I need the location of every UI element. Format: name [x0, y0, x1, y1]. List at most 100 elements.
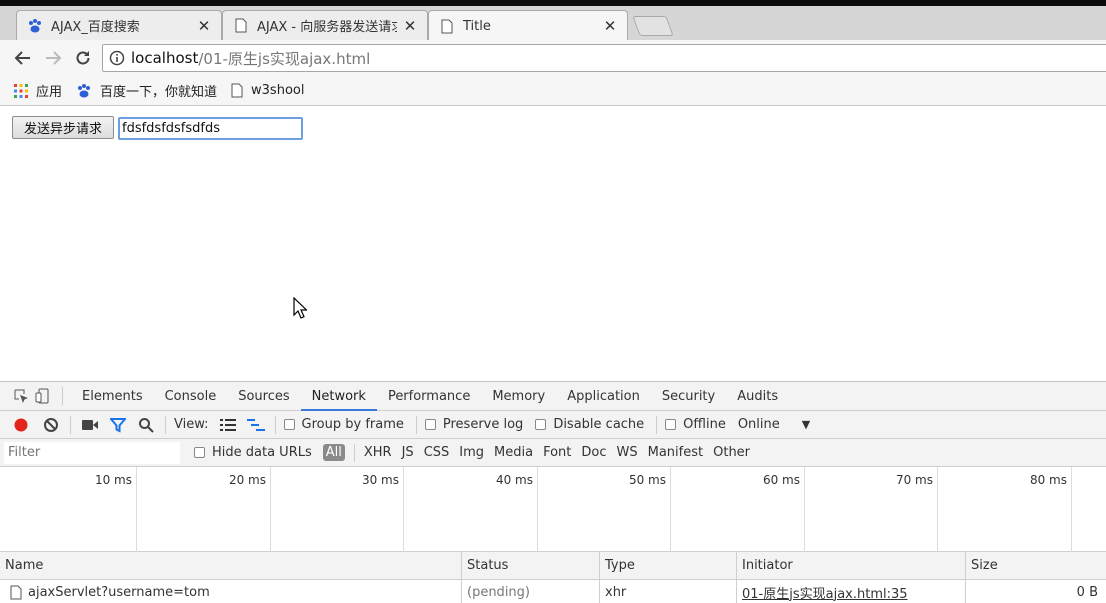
filter-type-font[interactable]: Font [543, 445, 571, 460]
filter-type-other[interactable]: Other [713, 445, 750, 460]
browser-tab-1[interactable]: AJAX_百度搜索 ✕ [16, 10, 222, 40]
bookmark-apps[interactable]: 应用 [14, 81, 62, 100]
tab-memory[interactable]: Memory [481, 382, 556, 411]
tab-performance[interactable]: Performance [377, 382, 481, 411]
preserve-log-label: Preserve log [442, 417, 524, 432]
username-input[interactable] [118, 117, 303, 140]
column-header-name[interactable]: Name [0, 552, 462, 579]
filter-type-all[interactable]: All [322, 444, 345, 461]
bookmark-w3shool[interactable]: w3shool [231, 83, 304, 98]
throttling-select[interactable]: Online [738, 417, 780, 432]
browser-toolbar: localhost/01-原生js实现ajax.html [0, 40, 1106, 76]
view-label: View: [174, 417, 209, 432]
filter-type-ws[interactable]: WS [617, 445, 638, 460]
hide-data-urls-checkbox[interactable] [194, 447, 205, 458]
divider [274, 415, 276, 434]
inspect-element-icon[interactable] [10, 385, 32, 407]
new-tab-button[interactable] [632, 16, 674, 36]
tab-console[interactable]: Console [154, 382, 228, 411]
mouse-cursor-icon [293, 296, 308, 323]
column-header-type[interactable]: Type [600, 552, 737, 579]
column-header-status[interactable]: Status [462, 552, 600, 579]
large-rows-icon[interactable] [217, 414, 239, 436]
divider [415, 415, 417, 434]
filter-type-xhr[interactable]: XHR [364, 445, 392, 460]
filter-input[interactable] [4, 441, 180, 464]
clear-icon[interactable] [40, 414, 62, 436]
disable-cache-checkbox[interactable] [535, 419, 547, 430]
preserve-log-checkbox[interactable] [424, 419, 436, 430]
bookmarks-bar: 应用 百度一下，你就知道 w3shool [0, 76, 1106, 106]
bookmark-label: 应用 [36, 85, 63, 100]
page-icon [231, 83, 243, 98]
tab-security[interactable]: Security [651, 382, 726, 411]
tab-audits[interactable]: Audits [726, 382, 789, 411]
column-header-size[interactable]: Size [966, 552, 1106, 579]
devtools-tab-bar: Elements Console Sources Network Perform… [0, 382, 1106, 411]
divider [353, 443, 355, 462]
bookmark-label: w3shool [251, 83, 305, 98]
capture-screenshots-icon[interactable] [79, 414, 101, 436]
send-async-request-button[interactable]: 发送异步请求 [12, 116, 114, 139]
record-icon[interactable] [10, 414, 32, 436]
divider [62, 387, 63, 405]
offline-checkbox[interactable] [665, 419, 677, 430]
request-status: (pending) [462, 580, 600, 603]
url-path: /01-原生js实现ajax.html [198, 49, 371, 68]
close-tab-icon[interactable]: ✕ [197, 17, 211, 35]
filter-icon[interactable] [107, 414, 129, 436]
info-icon[interactable] [109, 50, 125, 66]
tab-elements[interactable]: Elements [71, 382, 154, 411]
page-content: 发送异步请求 [0, 107, 1106, 381]
close-tab-icon[interactable]: ✕ [403, 17, 417, 35]
filter-bar: Hide data URLs All XHR JS CSS Img Media … [0, 439, 1106, 467]
bookmark-label: 百度一下，你就知道 [100, 85, 218, 100]
network-toolbar: View: Group by frame Preserve log Disabl… [0, 411, 1106, 439]
tab-network[interactable]: Network [300, 382, 377, 411]
url-host: localhost [131, 49, 199, 67]
reload-icon[interactable] [68, 44, 98, 72]
back-icon[interactable] [8, 44, 38, 72]
disable-cache-label: Disable cache [553, 417, 645, 432]
filter-type-css[interactable]: CSS [424, 445, 450, 460]
divider [656, 415, 658, 434]
bookmark-baidu[interactable]: 百度一下，你就知道 [76, 81, 217, 100]
divider [165, 415, 166, 434]
tab-sources[interactable]: Sources [227, 382, 300, 411]
tab-application[interactable]: Application [556, 382, 651, 411]
page-icon [233, 18, 249, 34]
network-overview-timeline[interactable]: 10 ms 20 ms 30 ms 40 ms 50 ms 60 ms 70 m… [0, 467, 1106, 552]
hide-data-urls-label: Hide data URLs [212, 445, 312, 460]
document-icon [10, 585, 22, 600]
request-initiator-cell: 01-原生js实现ajax.html:35 [737, 580, 966, 603]
page-icon [439, 18, 455, 34]
device-toolbar-icon[interactable] [32, 385, 54, 407]
apps-grid-icon [14, 83, 28, 98]
tab-title: AJAX_百度搜索 [51, 20, 140, 35]
browser-tab-3[interactable]: Title ✕ [428, 10, 628, 41]
search-icon[interactable] [135, 414, 157, 436]
forward-icon[interactable] [38, 44, 68, 72]
close-tab-icon[interactable]: ✕ [603, 17, 617, 35]
network-table-header: Name Status Type Initiator Size [0, 552, 1106, 580]
filter-type-doc[interactable]: Doc [581, 445, 606, 460]
tab-strip: AJAX_百度搜索 ✕ AJAX - 向服务器发送请求 ✕ Title ✕ [0, 0, 1106, 41]
filter-type-img[interactable]: Img [459, 445, 484, 460]
devtools-panel: Elements Console Sources Network Perform… [0, 381, 1106, 603]
address-bar[interactable]: localhost/01-原生js实现ajax.html [102, 44, 1106, 72]
timeline-tick: 40 ms [404, 467, 538, 552]
table-row[interactable]: ajaxServlet?username=tom (pending) xhr 0… [0, 580, 1106, 603]
tab-title: AJAX - 向服务器发送请求 [257, 20, 397, 35]
divider [70, 415, 71, 434]
dropdown-arrow-icon[interactable]: ▼ [802, 418, 810, 431]
filter-type-media[interactable]: Media [494, 445, 533, 460]
timeline-tick: 50 ms [538, 467, 671, 552]
column-header-initiator[interactable]: Initiator [737, 552, 966, 579]
browser-tab-2[interactable]: AJAX - 向服务器发送请求 ✕ [222, 10, 428, 40]
group-by-frame-checkbox[interactable] [283, 419, 295, 430]
initiator-link[interactable]: 01-原生js实现ajax.html:35 [742, 583, 908, 602]
filter-type-manifest[interactable]: Manifest [648, 445, 703, 460]
filter-type-js[interactable]: JS [402, 445, 414, 460]
request-name-cell[interactable]: ajaxServlet?username=tom [0, 580, 462, 603]
waterfall-icon[interactable] [245, 414, 267, 436]
